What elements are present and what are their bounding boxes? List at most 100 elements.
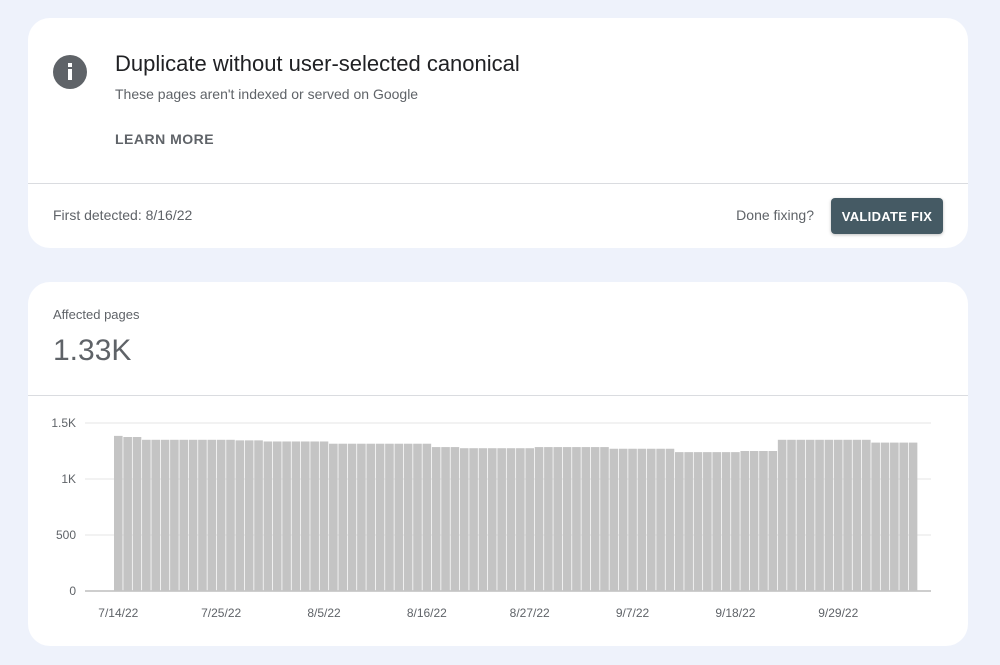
x-tick-label: 9/29/22 bbox=[818, 606, 858, 620]
chart-bar[interactable] bbox=[132, 437, 142, 591]
chart-bar[interactable] bbox=[142, 439, 151, 591]
y-tick-label: 1.5K bbox=[51, 416, 76, 430]
issue-title: Duplicate without user-selected canonica… bbox=[115, 51, 520, 76]
x-tick-label: 9/18/22 bbox=[715, 606, 755, 620]
chart-bar[interactable] bbox=[731, 452, 740, 591]
chart-bar[interactable] bbox=[506, 448, 516, 591]
chart-bar[interactable] bbox=[188, 439, 198, 591]
chart-bar[interactable] bbox=[880, 442, 890, 591]
chart-bar[interactable] bbox=[833, 439, 843, 591]
chart-bar[interactable] bbox=[114, 435, 123, 591]
chart-bar[interactable] bbox=[319, 441, 329, 591]
validate-fix-button[interactable]: VALIDATE FIX bbox=[831, 198, 943, 234]
chart-bar[interactable] bbox=[244, 440, 254, 591]
chart-bar[interactable] bbox=[572, 447, 581, 591]
x-tick-label: 8/16/22 bbox=[407, 606, 447, 620]
chart-bar[interactable] bbox=[553, 447, 563, 591]
chart-bar[interactable] bbox=[123, 437, 132, 591]
chart-bar[interactable] bbox=[235, 440, 245, 591]
chart-bar[interactable] bbox=[385, 443, 394, 591]
chart-bar[interactable] bbox=[740, 451, 750, 591]
chart-bar[interactable] bbox=[179, 439, 189, 591]
chart-bar[interactable] bbox=[843, 439, 852, 591]
issue-card: Duplicate without user-selected canonica… bbox=[28, 18, 968, 248]
chart-bar[interactable] bbox=[310, 441, 319, 591]
chart-bar[interactable] bbox=[908, 442, 918, 591]
chart-bar[interactable] bbox=[151, 439, 160, 591]
chart-bar[interactable] bbox=[871, 442, 880, 591]
chart-bar[interactable] bbox=[768, 451, 778, 591]
chart-bar[interactable] bbox=[441, 447, 450, 591]
chart-bar[interactable] bbox=[787, 439, 796, 591]
chart-bar[interactable] bbox=[815, 439, 824, 591]
chart-bar[interactable] bbox=[469, 448, 478, 591]
chart-bar[interactable] bbox=[637, 448, 647, 591]
chart-bar[interactable] bbox=[721, 452, 731, 591]
chart-bar[interactable] bbox=[403, 443, 413, 591]
chart-bar[interactable] bbox=[516, 448, 525, 591]
chart-bar[interactable] bbox=[160, 439, 170, 591]
chart-bar[interactable] bbox=[291, 441, 301, 591]
chart-bar[interactable] bbox=[628, 448, 637, 591]
chart-bar[interactable] bbox=[301, 441, 310, 591]
chart-bar[interactable] bbox=[216, 439, 226, 591]
chart-bar[interactable] bbox=[525, 448, 534, 591]
chart-bar[interactable] bbox=[899, 442, 908, 591]
chart-bar[interactable] bbox=[497, 448, 506, 591]
chart-bar[interactable] bbox=[534, 447, 544, 591]
chart-bar[interactable] bbox=[777, 439, 787, 591]
x-tick-label: 9/7/22 bbox=[616, 606, 650, 620]
chart-bar[interactable] bbox=[282, 441, 291, 591]
issue-divider bbox=[28, 183, 968, 184]
chart-bar[interactable] bbox=[366, 443, 376, 591]
y-tick-label: 0 bbox=[69, 584, 76, 598]
chart-bar[interactable] bbox=[263, 441, 273, 591]
affected-pages-card: Affected pages 1.33K 0 500 1K 1.5K 7/14/22 7/… bbox=[28, 282, 968, 646]
chart-bar[interactable] bbox=[609, 448, 619, 591]
chart-bar[interactable] bbox=[272, 441, 282, 591]
chart-bar[interactable] bbox=[646, 448, 656, 591]
issue-subtitle: These pages aren't indexed or served on … bbox=[115, 86, 419, 102]
chart-bar[interactable] bbox=[422, 443, 432, 591]
chart-bar[interactable] bbox=[852, 439, 862, 591]
chart-bar[interactable] bbox=[413, 443, 422, 591]
chart-bar[interactable] bbox=[347, 443, 357, 591]
chart-bar[interactable] bbox=[488, 448, 497, 591]
chart-bar[interactable] bbox=[562, 447, 572, 591]
chart-bar[interactable] bbox=[254, 440, 263, 591]
chart-bar[interactable] bbox=[693, 452, 703, 591]
chart-bar[interactable] bbox=[665, 448, 675, 591]
chart-bar[interactable] bbox=[207, 439, 217, 591]
chart-bar[interactable] bbox=[656, 448, 665, 591]
chart-bar[interactable] bbox=[796, 439, 806, 591]
chart-bar[interactable] bbox=[600, 447, 609, 591]
chart-bar[interactable] bbox=[431, 447, 441, 591]
chart-bar[interactable] bbox=[170, 439, 179, 591]
chart-bar[interactable] bbox=[226, 439, 235, 591]
chart-bar[interactable] bbox=[675, 452, 684, 591]
chart-bar[interactable] bbox=[712, 452, 721, 591]
chart-bar[interactable] bbox=[450, 447, 460, 591]
chart-bar[interactable] bbox=[198, 439, 207, 591]
chart-bar[interactable] bbox=[805, 439, 815, 591]
chart-bar[interactable] bbox=[590, 447, 600, 591]
chart-bar[interactable] bbox=[329, 443, 338, 591]
chart-bar[interactable] bbox=[759, 451, 768, 591]
chart-bar[interactable] bbox=[684, 452, 693, 591]
chart-bar[interactable] bbox=[749, 451, 759, 591]
learn-more-link[interactable]: LEARN MORE bbox=[115, 131, 214, 147]
chart-bar[interactable] bbox=[338, 443, 347, 591]
chart-bar[interactable] bbox=[478, 448, 488, 591]
chart-bar[interactable] bbox=[459, 448, 469, 591]
chart-bar[interactable] bbox=[618, 448, 628, 591]
chart-bar[interactable] bbox=[890, 442, 899, 591]
y-tick-label: 500 bbox=[56, 528, 76, 542]
chart-bar[interactable] bbox=[357, 443, 366, 591]
chart-bar[interactable] bbox=[824, 439, 834, 591]
chart-bar[interactable] bbox=[703, 452, 712, 591]
chart-bar[interactable] bbox=[375, 443, 385, 591]
chart-bar[interactable] bbox=[394, 443, 404, 591]
chart-bar[interactable] bbox=[581, 447, 591, 591]
chart-bar[interactable] bbox=[544, 447, 553, 591]
chart-bar[interactable] bbox=[862, 439, 871, 591]
